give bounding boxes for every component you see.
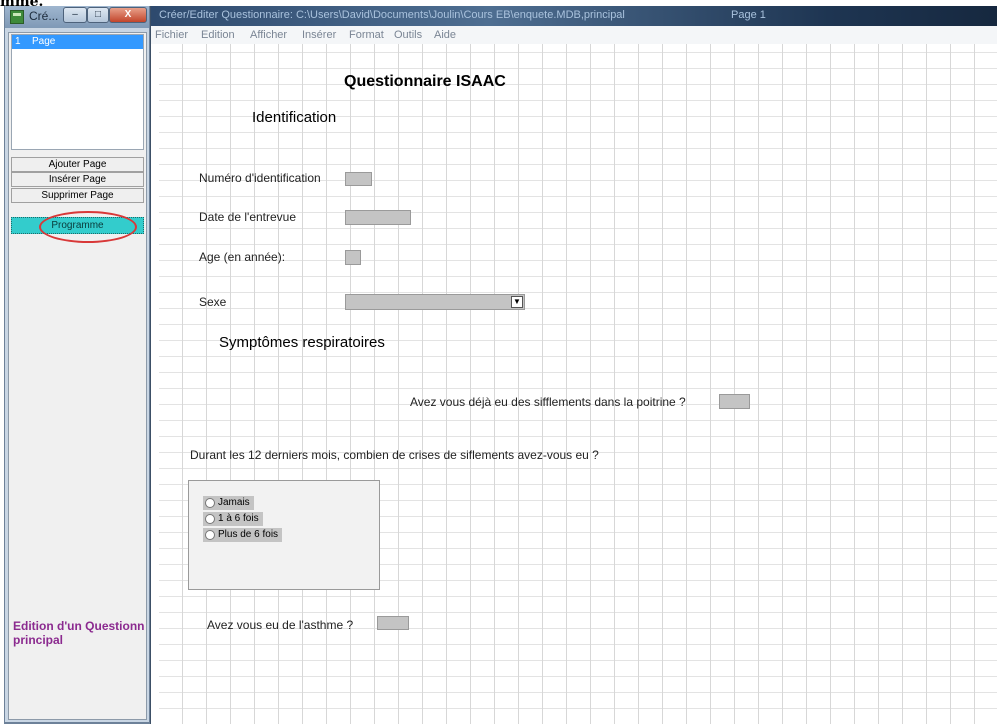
page-indicator: Page 1 — [731, 9, 766, 21]
page-list[interactable]: 1 Page — [11, 34, 144, 150]
page-list-item[interactable]: 1 Page — [12, 35, 143, 49]
section-identification-title[interactable]: Identification — [252, 109, 336, 126]
wheezing-question-label[interactable]: Avez vous déjà eu des sifflements dans l… — [410, 395, 686, 409]
menu-afficher[interactable]: Afficher — [250, 29, 287, 41]
interview-date-field[interactable] — [345, 210, 411, 225]
radio-button-icon[interactable] — [205, 530, 215, 540]
delete-page-button[interactable]: Supprimer Page — [11, 188, 144, 203]
form-title[interactable]: Questionnaire ISAAC — [344, 73, 506, 91]
radio-option-label: Jamais — [218, 497, 250, 508]
page-manager-window: Cré... ‒ □ X 1 Page Ajouter Page Insérer… — [4, 6, 150, 724]
menu-inserer[interactable]: Insérer — [302, 29, 336, 41]
asthma-answer-field[interactable] — [377, 616, 409, 630]
maximize-button[interactable]: □ — [87, 7, 109, 23]
age-label[interactable]: Age (en année): — [199, 250, 285, 264]
attacks-options-group[interactable]: Jamais 1 à 6 fois Plus de 6 fois — [188, 480, 380, 590]
menu-fichier[interactable]: Fichier — [155, 29, 188, 41]
menu-outils[interactable]: Outils — [394, 29, 422, 41]
interview-date-label[interactable]: Date de l'entrevue — [199, 210, 296, 224]
radio-button-icon[interactable] — [205, 498, 215, 508]
menu-bar: Fichier Edition Afficher Insérer Format … — [151, 26, 997, 44]
asthma-question-label[interactable]: Avez vous eu de l'asthme ? — [207, 618, 353, 632]
form-design-canvas[interactable]: Questionnaire ISAAC Identification Numér… — [159, 44, 997, 724]
radio-option[interactable]: Jamais — [203, 496, 254, 510]
sex-label[interactable]: Sexe — [199, 295, 226, 309]
red-circle-annotation — [39, 211, 137, 243]
page-item-label: Page — [32, 36, 56, 47]
radio-option-label: Plus de 6 fois — [218, 529, 279, 540]
radio-option[interactable]: 1 à 6 fois — [203, 512, 263, 526]
main-window-titlebar[interactable]: Créer/Editer Questionnaire: C:\Users\Dav… — [151, 6, 997, 26]
radio-button-icon[interactable] — [205, 514, 215, 524]
left-window-title: Cré... — [29, 9, 59, 23]
left-panel: 1 Page Ajouter Page Insérer Page Supprim… — [8, 32, 147, 720]
insert-page-button[interactable]: Insérer Page — [11, 172, 144, 187]
app-icon — [10, 10, 24, 24]
menu-format[interactable]: Format — [349, 29, 384, 41]
close-button[interactable]: X — [109, 7, 147, 23]
edition-status-line: Edition d'un Questionn — [13, 619, 145, 633]
page-item-number: 1 — [15, 36, 21, 47]
menu-edition[interactable]: Edition — [201, 29, 235, 41]
radio-option-label: 1 à 6 fois — [218, 513, 259, 524]
sex-dropdown[interactable]: ▼ — [345, 294, 525, 310]
edition-status-label: Edition d'un Questionn principal — [13, 619, 152, 647]
minimize-button[interactable]: ‒ — [63, 7, 87, 23]
edition-status-line: principal — [13, 633, 64, 647]
chevron-down-icon[interactable]: ▼ — [511, 296, 523, 308]
id-number-label[interactable]: Numéro d'identification — [199, 171, 321, 185]
main-window-title: Créer/Editer Questionnaire: C:\Users\Dav… — [159, 9, 625, 21]
attacks-question-label[interactable]: Durant les 12 derniers mois, combien de … — [190, 448, 599, 462]
menu-aide[interactable]: Aide — [434, 29, 456, 41]
section-symptoms-title[interactable]: Symptômes respiratoires — [219, 334, 385, 351]
wheezing-answer-field[interactable] — [719, 394, 750, 409]
questionnaire-editor-window: Créer/Editer Questionnaire: C:\Users\Dav… — [150, 6, 997, 724]
id-number-field[interactable] — [345, 172, 372, 186]
age-field[interactable] — [345, 250, 361, 265]
add-page-button[interactable]: Ajouter Page — [11, 157, 144, 172]
radio-option[interactable]: Plus de 6 fois — [203, 528, 283, 542]
left-window-titlebar[interactable]: Cré... ‒ □ X — [5, 6, 149, 28]
